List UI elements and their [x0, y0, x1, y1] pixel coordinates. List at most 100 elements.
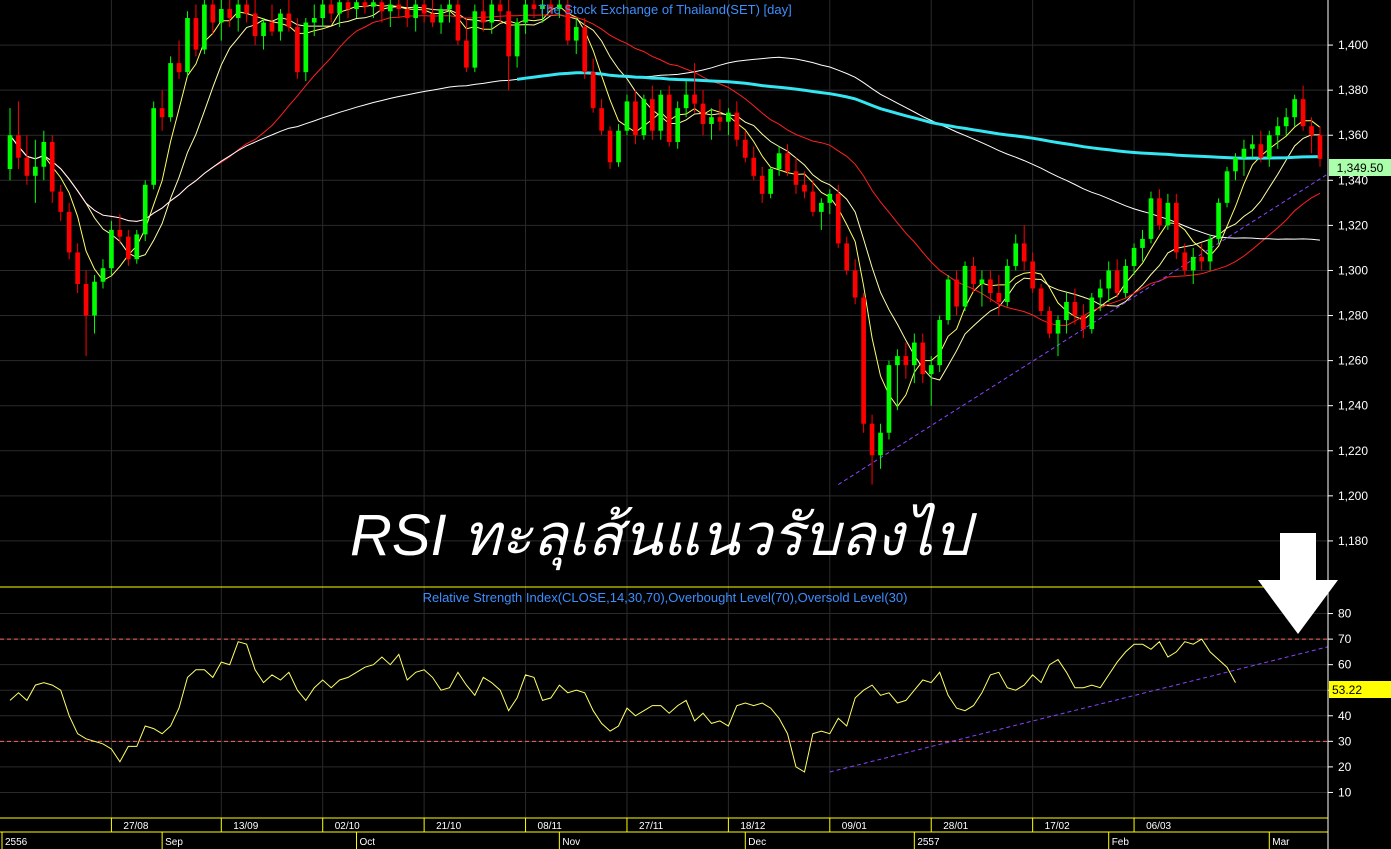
candle-body [16, 135, 21, 158]
candle-body [1317, 135, 1323, 159]
candle-body [1165, 202, 1171, 226]
candle-body [159, 108, 165, 118]
candle-body [928, 365, 934, 375]
date-label: 06/03 [1146, 821, 1171, 832]
month-label: 2556 [5, 837, 28, 848]
candle-body [1089, 297, 1095, 330]
rsi-tick-label: 70 [1338, 632, 1352, 646]
candle-body [979, 279, 985, 284]
last-price-tag: 1,349.50 [1329, 159, 1391, 176]
candle-body [1106, 270, 1112, 289]
candle-body [1064, 302, 1069, 321]
date-label: 02/10 [335, 821, 360, 832]
candle-body [573, 27, 579, 41]
candle-body [58, 191, 64, 212]
candle-body [354, 2, 359, 10]
month-label: Nov [562, 837, 580, 848]
candle-body [599, 108, 604, 131]
candle-body [1233, 157, 1238, 172]
price-tick-label: 1,220 [1338, 444, 1368, 458]
candle-body [286, 13, 292, 28]
rsi-tick-label: 30 [1338, 734, 1352, 748]
candle-body [531, 4, 537, 10]
candle-body [1300, 99, 1306, 127]
candle-body [641, 99, 647, 136]
candle-body [244, 4, 249, 14]
candle-body [1004, 265, 1010, 303]
candle-body [49, 141, 55, 192]
candle-body [345, 2, 351, 10]
date-label: 27/08 [123, 821, 148, 832]
month-label: Dec [748, 837, 766, 848]
candle-body [920, 342, 926, 375]
candle-body [168, 63, 173, 118]
candle-body [607, 130, 613, 163]
set-index-chart: 1,4001,3801,3601,3401,3201,3001,2801,260… [0, 0, 1391, 849]
candle-body [41, 141, 47, 167]
candle-body [1190, 256, 1196, 271]
candle-body [430, 13, 435, 23]
price-tick-label: 1,300 [1338, 263, 1368, 277]
axis-layer: 1,4001,3801,3601,3401,3201,3001,2801,260… [0, 0, 1368, 849]
candle-body [742, 139, 748, 158]
candle-body [125, 236, 131, 260]
candle-body [100, 268, 106, 282]
candle-body [692, 94, 697, 104]
candle-body [202, 4, 207, 50]
candle-body [819, 202, 824, 212]
rsi-tick-label: 40 [1338, 709, 1352, 723]
candle-body [447, 4, 452, 10]
candle-body [387, 4, 393, 12]
candle-body [971, 265, 976, 284]
candle-body [396, 4, 402, 10]
candle-body [506, 11, 511, 57]
date-label: 21/10 [436, 821, 461, 832]
price-tick-label: 1,240 [1338, 399, 1368, 413]
candle-body [1173, 202, 1179, 253]
date-label: 09/01 [842, 821, 867, 832]
candle-body [861, 297, 866, 424]
candle-body [75, 252, 80, 284]
candle-body [362, 2, 368, 7]
candle-body [649, 99, 655, 131]
candle-body [776, 153, 782, 170]
candle-body [878, 432, 883, 456]
candle-body [210, 4, 216, 23]
candle-body [320, 4, 326, 19]
grid-layer [0, 0, 1328, 818]
candle-body [1013, 243, 1019, 266]
candle-body [988, 279, 993, 293]
candle-body [337, 2, 342, 14]
rsi-tick-label: 60 [1338, 658, 1352, 672]
candle-body [66, 211, 72, 253]
candle-body [1148, 198, 1154, 239]
last-rsi-tag: 53.22 [1329, 681, 1391, 698]
candle-body [624, 101, 630, 131]
candle-body [235, 4, 241, 19]
candle-body [33, 166, 38, 176]
candle-body [92, 281, 97, 316]
candle-body [1309, 126, 1314, 136]
candle-body [134, 234, 140, 260]
candle-body [438, 9, 444, 23]
ma-5-line [9, 3, 1321, 408]
candle-body [117, 229, 123, 237]
candle-body [666, 94, 672, 142]
candle-body [1038, 288, 1044, 312]
rsi-tick-label: 10 [1338, 785, 1352, 799]
candle-body [793, 171, 799, 185]
candle-body [404, 9, 410, 19]
price-tick-label: 1,320 [1338, 218, 1368, 232]
candle-body [895, 356, 900, 366]
candle-body [869, 423, 875, 456]
month-label: Sep [165, 837, 183, 848]
candle-body [726, 112, 731, 122]
candle-body [810, 191, 816, 212]
candle-body [176, 63, 182, 73]
month-label: Feb [1112, 837, 1130, 848]
candle-body [269, 22, 275, 32]
candle-body [1182, 252, 1188, 271]
candle-body [852, 270, 858, 298]
candle-body [700, 103, 706, 124]
rsi-support-trendline [829, 646, 1329, 773]
